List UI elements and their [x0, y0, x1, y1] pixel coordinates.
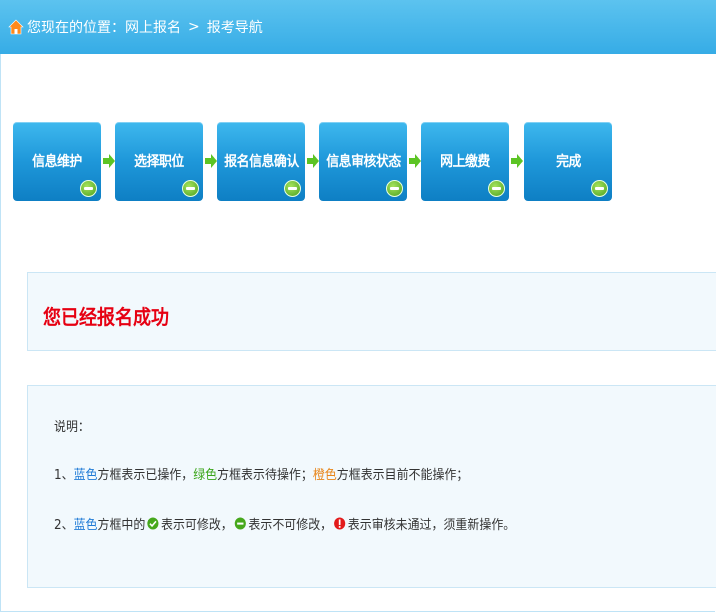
step-confirm-registration-info[interactable]: 报名信息确认 [217, 122, 305, 201]
note-prefix: 2、 [54, 518, 74, 533]
success-message: 您已经报名成功 [43, 305, 169, 329]
step-label: 报名信息确认 [223, 153, 299, 170]
step-complete[interactable]: 完成 [524, 122, 612, 201]
minus-status-icon [284, 180, 301, 197]
note-text: 方框中的 [97, 518, 146, 533]
arrow-right-icon [307, 154, 319, 168]
note-text: 方框表示待操作； [217, 468, 313, 483]
arrow-right-icon [205, 154, 217, 168]
step-label: 信息审核状态 [325, 153, 401, 170]
breadcrumb-item-online-registration[interactable]: 网上报名 [125, 17, 181, 37]
note-text: 表示审核未通过，须重新操作。 [347, 518, 516, 533]
minus-icon [235, 517, 247, 530]
note-text: 方框表示目前不能操作； [336, 468, 469, 483]
breadcrumb-separator: > [188, 19, 200, 35]
minus-status-icon [182, 180, 199, 197]
blue-word: 蓝色 [73, 518, 98, 533]
minus-status-icon [591, 180, 608, 197]
green-word: 绿色 [193, 468, 218, 483]
orange-word: 橙色 [312, 468, 337, 483]
breadcrumb-item-exam-navigation[interactable]: 报考导航 [207, 17, 263, 37]
step-review-status[interactable]: 信息审核状态 [319, 122, 407, 201]
note-text: 表示不可修改， [248, 518, 333, 533]
step-label: 选择职位 [134, 153, 184, 170]
arrow-right-icon [409, 154, 421, 168]
success-panel: 您已经报名成功 [27, 272, 716, 351]
arrow-right-icon [511, 154, 523, 168]
step-label: 信息维护 [32, 153, 82, 170]
step-label: 完成 [555, 153, 581, 170]
minus-status-icon [386, 180, 403, 197]
arrow-right-icon [103, 154, 115, 168]
step-label: 网上缴费 [440, 153, 490, 170]
note-text: 表示可修改， [161, 518, 233, 533]
minus-status-icon [80, 180, 97, 197]
check-icon [147, 517, 159, 530]
home-icon [8, 19, 24, 35]
note-text: 方框表示已操作， [97, 468, 194, 483]
note-line-2: 2、 蓝色 方框中的 表示可修改， 表示不可修改， 表示审核未通过，须重新操作。 [54, 514, 515, 533]
note-line-1: 1、 蓝色 方框表示已操作， 绿色 方框表示待操作； 橙色 方框表示目前不能操作… [54, 464, 468, 483]
notes-panel: 说明： 1、 蓝色 方框表示已操作， 绿色 方框表示待操作； 橙色 方框表示目前… [27, 385, 716, 588]
step-online-payment[interactable]: 网上缴费 [421, 122, 509, 201]
breadcrumb-location-label: 您现在的位置： [27, 20, 125, 36]
breadcrumb: 您现在的位置： 网上报名 > 报考导航 [0, 0, 716, 54]
step-select-position[interactable]: 选择职位 [115, 122, 203, 201]
note-prefix: 1、 [54, 468, 74, 483]
notes-title: 说明： [54, 420, 90, 435]
minus-status-icon [488, 180, 505, 197]
blue-word: 蓝色 [73, 468, 98, 483]
exclamation-icon [334, 517, 346, 530]
step-info-maintenance[interactable]: 信息维护 [13, 122, 101, 201]
